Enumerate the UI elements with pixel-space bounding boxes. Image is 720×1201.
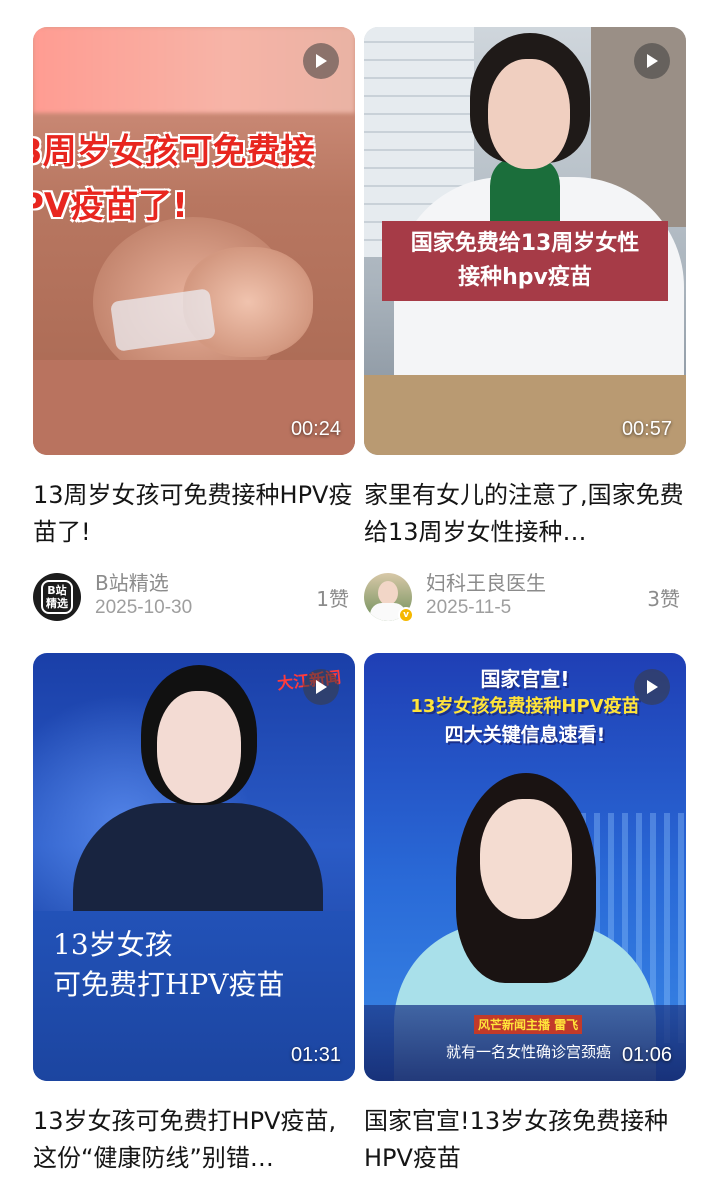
play-icon[interactable] (634, 669, 670, 705)
author-name[interactable]: 妇科王良医生 (426, 567, 546, 596)
headline-line-3: 四大关键信息速看! (444, 724, 606, 746)
video-title[interactable]: 国家官宣!13岁女孩免费接种HPV疫苗 (364, 1103, 686, 1177)
play-icon[interactable] (303, 43, 339, 79)
video-duration: 00:24 (290, 418, 341, 440)
video-thumbnail[interactable]: 3周岁女孩可免费接 PV疫苗了! 00:24 (33, 27, 355, 455)
video-thumbnail[interactable]: 国家免费给13周岁女性 接种hpv疫苗 00:57 (364, 27, 686, 455)
video-card-3[interactable]: 13岁女孩 可免费打HPV疫苗 大江新闻 01:31 13岁女孩可免费打HPV疫… (33, 653, 355, 1177)
reporter-tag: 风芒新闻主播 雷飞 (474, 1015, 583, 1034)
play-icon[interactable] (634, 43, 670, 79)
thumbnail-overlay-text: 国家免费给13周岁女性 接种hpv疫苗 (382, 221, 668, 301)
video-title[interactable]: 家里有女儿的注意了,国家免费给13周岁女性接种… (364, 477, 686, 551)
video-duration: 01:06 (621, 1044, 672, 1066)
video-title[interactable]: 13周岁女孩可免费接种HPV疫苗了! (33, 477, 355, 551)
video-thumbnail[interactable]: 国家官宣! 13岁女孩免费接种HPV疫苗 四大关键信息速看! 风芒新闻主播 雷飞… (364, 653, 686, 1081)
publish-date: 2025-10-30 (95, 597, 193, 618)
author-avatar[interactable]: B站 精选 (33, 573, 81, 621)
thumbnail-overlay-text: 3周岁女孩可免费接 PV疫苗了! (33, 132, 315, 226)
avatar-logo-text: B站 精选 (41, 580, 73, 614)
thumbnail-overlay-text: 13岁女孩 可免费打HPV疫苗 (53, 928, 285, 1001)
video-duration: 00:57 (621, 418, 672, 440)
video-title[interactable]: 13岁女孩可免费打HPV疫苗,这份“健康防线”别错… (33, 1103, 355, 1177)
play-icon[interactable] (303, 669, 339, 705)
like-count[interactable]: 1赞 (316, 583, 349, 612)
video-card-1[interactable]: 3周岁女孩可免费接 PV疫苗了! 00:24 13周岁女孩可免费接种HPV疫苗了… (33, 27, 355, 625)
video-card-2[interactable]: 国家免费给13周岁女性 接种hpv疫苗 00:57 家里有女儿的注意了,国家免费… (364, 27, 686, 625)
video-thumbnail[interactable]: 13岁女孩 可免费打HPV疫苗 大江新闻 01:31 (33, 653, 355, 1081)
video-card-4[interactable]: 国家官宣! 13岁女孩免费接种HPV疫苗 四大关键信息速看! 风芒新闻主播 雷飞… (364, 653, 686, 1177)
verified-badge-icon: v (398, 607, 414, 623)
video-meta: B站 精选 B站精选 2025-10-30 1赞 (33, 567, 355, 625)
publish-date: 2025-11-5 (426, 597, 512, 618)
video-subtitle: 就有一名女性确诊宫颈癌 (446, 1043, 612, 1061)
author-name[interactable]: B站精选 (95, 567, 169, 596)
video-meta: v 妇科王良医生 2025-11-5 3赞 (364, 567, 686, 625)
like-count[interactable]: 3赞 (647, 583, 680, 612)
video-duration: 01:31 (290, 1044, 341, 1066)
